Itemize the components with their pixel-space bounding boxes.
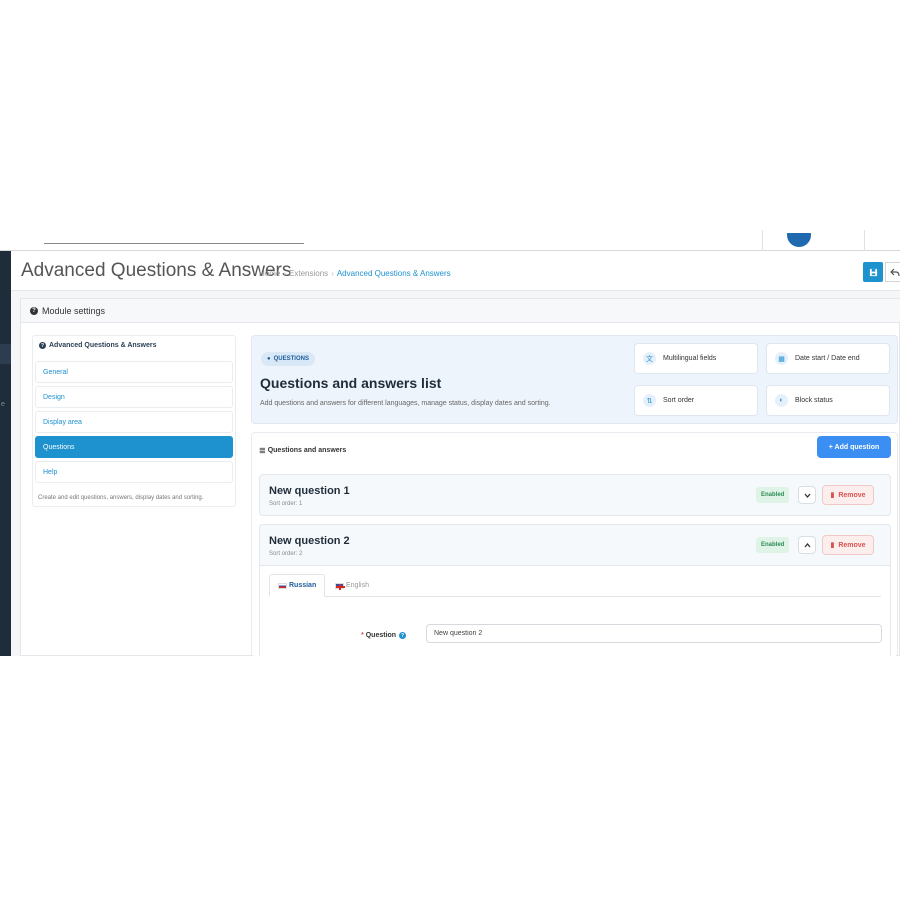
breadcrumb-current[interactable]: Advanced Questions & Answers xyxy=(337,269,451,278)
module-settings-panel: ? Module settings ? Advanced Questions &… xyxy=(20,298,900,656)
question-item: New question 2 Sort order: 2 Enabled ▮ R… xyxy=(259,524,891,656)
top-strip xyxy=(0,222,900,251)
calendar-icon: ▦ xyxy=(775,352,788,365)
sidebar-item-design[interactable]: Design xyxy=(35,386,233,408)
sidebar-title-text: Advanced Questions & Answers xyxy=(49,342,157,349)
question-input[interactable] xyxy=(426,624,882,643)
remove-label: Remove xyxy=(838,491,866,499)
section-badge: ● QUESTIONS xyxy=(261,352,315,366)
feature-label: Block status xyxy=(795,397,833,404)
section-badge-text: QUESTIONS xyxy=(273,356,309,362)
language-tabs: Russian English xyxy=(269,574,881,597)
panel-heading: ? Module settings xyxy=(21,299,900,323)
settings-sidebar: ? Advanced Questions & Answers General D… xyxy=(32,335,236,507)
rail-item-icon[interactable]: e xyxy=(1,401,5,408)
add-question-button[interactable]: + Add question xyxy=(817,436,891,458)
help-icon[interactable]: ? xyxy=(399,632,407,639)
question-title: New question 2 xyxy=(269,535,350,547)
questions-list: ≣ Questions and answers + Add question N… xyxy=(251,432,898,656)
feature-multilingual: 文 Multilingual fields xyxy=(634,343,758,374)
breadcrumb-extensions[interactable]: Extensions xyxy=(289,269,328,278)
top-divider xyxy=(864,230,865,251)
page-header: Advanced Questions & Answers Home › Extens… xyxy=(11,251,900,291)
breadcrumb: Home › Extensions › Advanced Questions & Ans… xyxy=(259,269,451,278)
feature-label: Date start / Date end xyxy=(795,355,860,362)
reply-icon xyxy=(890,268,900,276)
feature-label: Multilingual fields xyxy=(663,355,717,362)
toggle-icon: ◐ xyxy=(775,394,788,407)
hero-title: Questions and answers list xyxy=(260,375,442,391)
question-label-text: Question xyxy=(365,632,397,639)
status-badge: Enabled xyxy=(756,537,790,553)
feature-label: Sort order xyxy=(663,397,695,404)
comments-icon: ● xyxy=(267,356,271,362)
logo-icon xyxy=(787,233,811,247)
main-content: Advanced Questions & Answers Home › Extens… xyxy=(11,251,900,656)
question-editor: Russian English * Question ? xyxy=(260,565,890,656)
remove-label: Remove xyxy=(838,541,866,549)
sidebar-title: ? Advanced Questions & Answers xyxy=(39,342,157,349)
top-divider xyxy=(762,230,763,251)
remove-button[interactable]: ▮ Remove xyxy=(822,535,874,555)
tab-english[interactable]: English xyxy=(327,574,377,597)
tab-russian[interactable]: Russian xyxy=(269,574,326,597)
breadcrumb-home[interactable]: Home xyxy=(259,269,280,278)
feature-dates: ▦ Date start / Date end xyxy=(766,343,890,374)
tab-label: Russian xyxy=(289,582,317,589)
panel-heading-text: Module settings xyxy=(42,305,106,316)
list-title-text: Questions and answers xyxy=(267,447,347,454)
left-navigation-rail: e xyxy=(0,251,11,656)
question-field-label: * Question ? xyxy=(361,632,407,639)
questions-hero: ● QUESTIONS Questions and answers list A… xyxy=(251,335,898,424)
question-title: New question 1 xyxy=(269,485,350,497)
sidebar-item-questions[interactable]: Questions xyxy=(35,436,233,458)
required-marker: * xyxy=(361,632,364,639)
rail-active-item[interactable] xyxy=(0,344,11,364)
trash-icon: ▮ xyxy=(830,542,835,549)
save-button[interactable] xyxy=(863,262,883,282)
sidebar-note: Create and edit questions, answers, disp… xyxy=(38,495,204,501)
sidebar-item-general[interactable]: General xyxy=(35,361,233,383)
page-title: Advanced Questions & Answers xyxy=(21,260,292,281)
screenshot: e Advanced Questions & Answers Home › Exte… xyxy=(0,0,900,900)
sort-icon: ⇅ xyxy=(643,394,656,407)
question-sort-order: Sort order: 2 xyxy=(269,551,303,557)
back-button[interactable] xyxy=(885,262,900,282)
sidebar-item-display-area[interactable]: Display area xyxy=(35,411,233,433)
russia-flag-icon xyxy=(278,582,287,589)
trash-icon: ▮ xyxy=(830,492,835,499)
tab-label: English xyxy=(346,582,369,589)
language-icon: 文 xyxy=(643,352,656,365)
feature-block-status: ◐ Block status xyxy=(766,385,890,416)
expand-button[interactable] xyxy=(798,486,816,504)
save-icon xyxy=(869,268,877,276)
chevron-down-icon xyxy=(804,493,810,498)
question-circle-icon: ? xyxy=(30,306,38,315)
status-badge: Enabled xyxy=(756,487,790,503)
top-rule xyxy=(44,243,304,244)
list-title: ≣ Questions and answers xyxy=(259,446,346,455)
chevron-up-icon xyxy=(804,542,810,547)
question-circle-icon: ? xyxy=(39,342,46,349)
remove-button[interactable]: ▮ Remove xyxy=(822,485,874,505)
sidebar-item-help[interactable]: Help xyxy=(35,461,233,483)
hero-description: Add questions and answers for different … xyxy=(260,400,551,407)
collapse-button[interactable] xyxy=(798,536,816,554)
feature-sort-order: ⇅ Sort order xyxy=(634,385,758,416)
question-item: New question 1 Sort order: 1 Enabled ▮ R… xyxy=(259,474,891,516)
question-sort-order: Sort order: 1 xyxy=(269,501,303,507)
uk-flag-icon xyxy=(335,582,345,590)
list-icon: ≣ xyxy=(259,446,266,455)
admin-window: e Advanced Questions & Answers Home › Exte… xyxy=(0,222,900,656)
